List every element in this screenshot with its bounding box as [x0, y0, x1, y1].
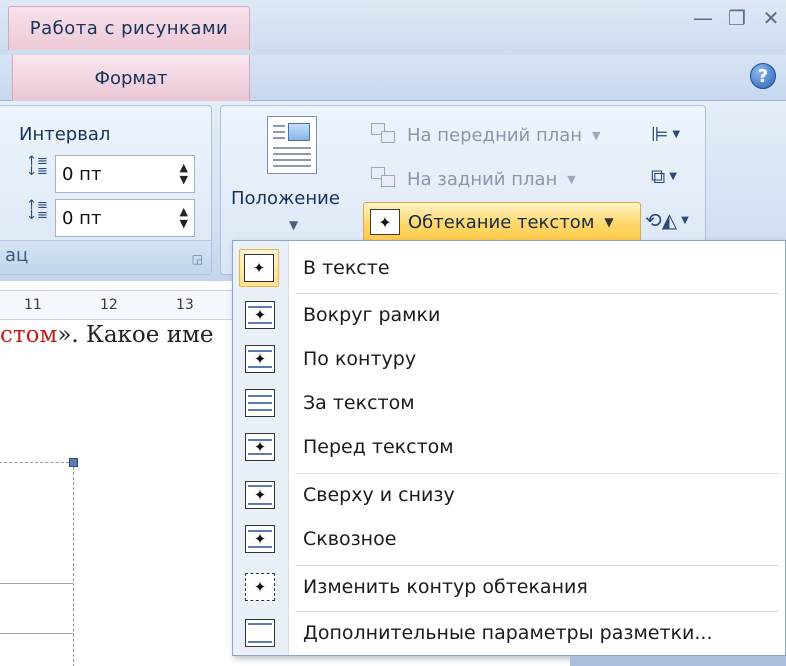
wrap-top-bottom-icon: ✦ — [243, 478, 277, 512]
tab-format[interactable]: Формат — [12, 55, 250, 102]
chevron-down-icon[interactable]: ▼ — [289, 218, 298, 232]
maximize-icon[interactable]: ❐ — [724, 6, 750, 30]
align-button[interactable]: ⊫ ▼ — [651, 118, 697, 150]
ruler-tick: 11 — [24, 297, 42, 313]
help-icon[interactable]: ? — [750, 63, 776, 89]
menu-item-behind-text[interactable]: За текстом — [233, 381, 785, 425]
spin-arrows-icon[interactable]: ▲ ▼ — [180, 162, 188, 186]
ruler-tick: 12 — [100, 297, 118, 313]
bring-forward-button[interactable]: На передний план ▼ — [371, 118, 601, 152]
menu-item-label: Изменить контур обтекания — [303, 576, 588, 598]
wrap-in-front-icon: ✦ — [243, 430, 277, 464]
wrap-tight-icon: ✦ — [243, 342, 277, 376]
menu-item-label: Вокруг рамки — [303, 304, 441, 326]
wrap-through-icon: ✦ — [243, 522, 277, 556]
spacing-after-row: ↑≡ ↓≡ 0 пт ▲ ▼ — [19, 198, 195, 238]
document-text: стом». Какое име — [0, 322, 214, 348]
layout-options-icon — [243, 616, 277, 650]
text-wrapping-label: Обтекание текстом — [408, 211, 595, 233]
document-text-body: ». Какое име — [57, 322, 214, 348]
ruler-tick: 13 — [176, 297, 194, 313]
spacing-before-value: 0 пт — [62, 163, 102, 185]
interval-label: Интервал — [19, 124, 111, 145]
menu-item-label: Дополнительные параметры разметки... — [303, 622, 713, 644]
menu-item-label: Перед текстом — [303, 436, 454, 458]
position-button-label[interactable]: Положение — [231, 188, 340, 209]
menu-item-edit-wrap-points[interactable]: ✦ Изменить контур обтекания — [233, 565, 785, 609]
rotate-icon: ⟲◭ — [645, 208, 678, 232]
menu-item-label: За текстом — [303, 392, 415, 414]
chevron-down-icon[interactable]: ▼ — [567, 173, 575, 186]
text-wrapping-button[interactable]: ✦ Обтекание текстом ▼ — [363, 202, 641, 242]
menu-item-through[interactable]: ✦ Сквозное — [233, 517, 785, 561]
paragraph-group: Интервал ↑≡ ↓≡ 0 пт ▲ ▼ ↑≡ ↓≡ 0 пт ▲ ▼ ац ◲ — [0, 105, 212, 275]
menu-item-label: В тексте — [303, 257, 390, 279]
position-icon[interactable] — [267, 116, 317, 174]
document-text-highlight: стом — [0, 322, 58, 348]
group-button[interactable]: ⧉ ▼ — [651, 160, 697, 192]
group-label: ац — [5, 245, 29, 266]
menu-item-tight[interactable]: ✦ По контуру — [233, 337, 785, 381]
spacing-before-row: ↑≡ ↓≡ 0 пт ▲ ▼ — [19, 154, 195, 194]
menu-item-in-line[interactable]: ✦ В тексте — [233, 246, 785, 290]
align-icon: ⊫ — [651, 122, 669, 146]
menu-item-label: Сверху и снизу — [303, 484, 455, 506]
spacing-after-input[interactable]: 0 пт ▲ ▼ — [55, 199, 195, 237]
rotate-button[interactable]: ⟲◭ ▼ — [645, 204, 691, 236]
dialog-launcher-icon[interactable]: ◲ — [192, 252, 203, 266]
spacing-before-input[interactable]: 0 пт ▲ ▼ — [55, 155, 195, 193]
ribbon-tab-row: Формат ? — [0, 55, 786, 102]
group-objects-icon: ⧉ — [651, 164, 666, 188]
minimize-icon[interactable]: — — [690, 6, 716, 30]
wrap-square-icon: ✦ — [243, 298, 277, 332]
spacing-after-value: 0 пт — [62, 207, 102, 229]
paragraph-group-footer: ац ◲ — [0, 240, 211, 274]
edit-wrap-points-icon: ✦ — [243, 570, 277, 604]
chevron-down-icon[interactable]: ▼ — [681, 215, 689, 226]
menu-item-more-layout-options[interactable]: Дополнительные параметры разметки... — [233, 611, 785, 655]
send-backward-label: На задний план — [407, 168, 558, 190]
status-strip — [570, 656, 786, 666]
send-backward-icon — [371, 167, 399, 191]
menu-item-in-front-of-text[interactable]: ✦ Перед текстом — [233, 425, 785, 469]
chevron-down-icon[interactable]: ▼ — [592, 129, 600, 142]
spacing-before-icon: ↑≡ ↓≡ — [26, 154, 48, 179]
bring-forward-icon — [371, 123, 399, 147]
text-wrapping-icon: ✦ — [370, 209, 400, 235]
selected-picture-frame[interactable] — [0, 458, 78, 666]
resize-handle[interactable] — [69, 458, 78, 467]
menu-item-label: Сквозное — [303, 528, 397, 550]
context-tab-picture-tools[interactable]: Работа с рисунками — [8, 6, 250, 50]
spin-arrows-icon[interactable]: ▲ ▼ — [180, 206, 188, 230]
menu-item-label: По контуру — [303, 348, 417, 370]
text-wrapping-menu: ✦ В тексте ✦ Вокруг рамки ✦ По контуру З… — [232, 240, 786, 656]
spacing-after-icon: ↑≡ ↓≡ — [26, 198, 48, 223]
menu-item-square[interactable]: ✦ Вокруг рамки — [233, 293, 785, 337]
chevron-down-icon[interactable]: ▼ — [604, 215, 613, 229]
send-backward-button[interactable]: На задний план ▼ — [371, 162, 576, 196]
close-icon[interactable]: ✕ — [758, 6, 784, 30]
title-bar: Работа с рисунками — ❐ ✕ — [0, 0, 786, 55]
bring-forward-label: На передний план — [407, 124, 583, 146]
chevron-down-icon[interactable]: ▼ — [672, 129, 680, 140]
wrap-behind-text-icon — [243, 386, 277, 420]
wrap-inline-icon: ✦ — [239, 249, 279, 287]
menu-item-top-and-bottom[interactable]: ✦ Сверху и снизу — [233, 473, 785, 517]
chevron-down-icon[interactable]: ▼ — [669, 171, 677, 182]
